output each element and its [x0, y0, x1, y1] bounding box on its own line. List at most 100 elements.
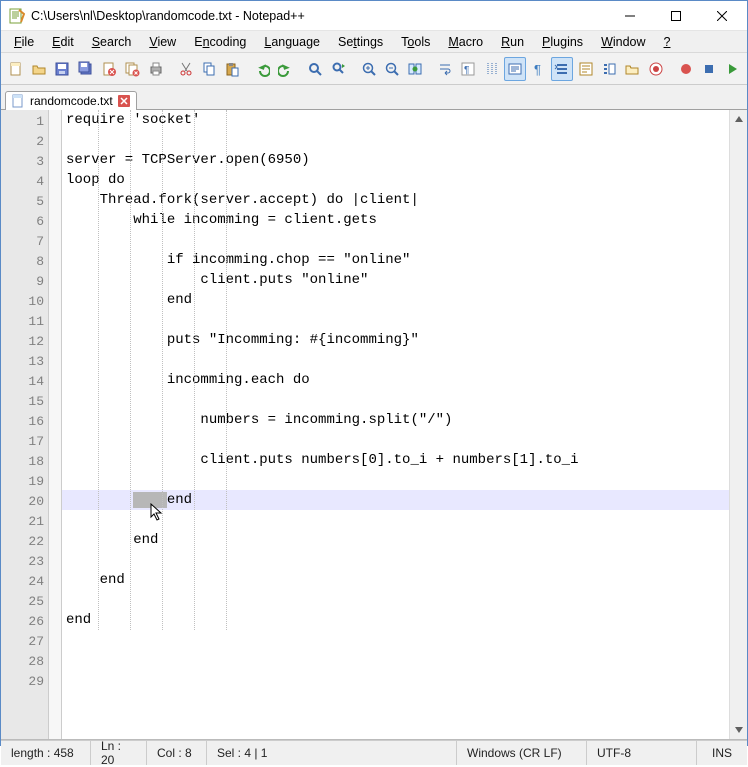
- tabbar: randomcode.txt: [1, 85, 747, 110]
- new-file-button[interactable]: [5, 57, 26, 81]
- pilcrow-button[interactable]: ¶: [528, 57, 549, 81]
- code-line[interactable]: end: [62, 490, 729, 510]
- code-line[interactable]: [62, 630, 729, 650]
- zoom-in-button[interactable]: [358, 57, 379, 81]
- code-line[interactable]: [62, 510, 729, 530]
- scroll-up-button[interactable]: [730, 110, 747, 128]
- code-line[interactable]: while incomming = client.gets: [62, 210, 729, 230]
- status-sel: Sel : 4 | 1: [207, 741, 457, 765]
- indent-guides-button[interactable]: [481, 57, 502, 81]
- status-length: length : 458: [1, 741, 91, 765]
- stop-macro-button[interactable]: [698, 57, 719, 81]
- code-line[interactable]: numbers = incomming.split("/"): [62, 410, 729, 430]
- code-line[interactable]: [62, 430, 729, 450]
- svg-text:¶: ¶: [464, 65, 469, 76]
- save-all-button[interactable]: [75, 57, 96, 81]
- monitoring-button[interactable]: [645, 57, 666, 81]
- menu-file[interactable]: File: [5, 33, 43, 51]
- code-line[interactable]: [62, 550, 729, 570]
- menu-run[interactable]: Run: [492, 33, 533, 51]
- code-line[interactable]: end: [62, 530, 729, 550]
- replace-button[interactable]: [328, 57, 349, 81]
- code-line[interactable]: end: [62, 290, 729, 310]
- close-file-button[interactable]: [98, 57, 119, 81]
- paste-button[interactable]: [222, 57, 243, 81]
- menu-window[interactable]: Window: [592, 33, 654, 51]
- code-line[interactable]: end: [62, 570, 729, 590]
- wordwrap-button[interactable]: [434, 57, 455, 81]
- status-mode[interactable]: INS: [697, 741, 747, 765]
- find-button[interactable]: [305, 57, 326, 81]
- redo-button[interactable]: [275, 57, 296, 81]
- code-line[interactable]: [62, 590, 729, 610]
- status-eol[interactable]: Windows (CR LF): [457, 741, 587, 765]
- code-line[interactable]: incomming.each do: [62, 370, 729, 390]
- file-icon: [11, 94, 25, 108]
- file-tab[interactable]: randomcode.txt: [5, 91, 137, 110]
- fold-button[interactable]: [551, 57, 573, 81]
- undo-button[interactable]: [252, 57, 273, 81]
- code-line[interactable]: [62, 310, 729, 330]
- status-encoding[interactable]: UTF-8: [587, 741, 697, 765]
- code-line[interactable]: if incomming.chop == "online": [62, 250, 729, 270]
- print-button[interactable]: [145, 57, 166, 81]
- menu-encoding[interactable]: Encoding: [185, 33, 255, 51]
- save-button[interactable]: [52, 57, 73, 81]
- line-number-gutter[interactable]: 1234567891011121314151617181920212223242…: [1, 110, 48, 739]
- svg-text:¶: ¶: [534, 62, 541, 77]
- maximize-button[interactable]: [653, 1, 699, 31]
- code-line[interactable]: [62, 230, 729, 250]
- code-area[interactable]: require 'socket' server = TCPServer.open(…: [62, 110, 729, 739]
- function-list-button[interactable]: [598, 57, 619, 81]
- menu-view[interactable]: View: [140, 33, 185, 51]
- menu-language[interactable]: Language: [255, 33, 329, 51]
- code-line[interactable]: [62, 670, 729, 690]
- fold-column[interactable]: [48, 110, 62, 739]
- code-line[interactable]: require 'socket': [62, 110, 729, 130]
- play-macro-button[interactable]: [722, 57, 743, 81]
- code-line[interactable]: [62, 130, 729, 150]
- code-line[interactable]: end: [62, 610, 729, 630]
- sync-scroll-button[interactable]: [405, 57, 426, 81]
- menu-macro[interactable]: Macro: [439, 33, 492, 51]
- user-lang-button[interactable]: [504, 57, 526, 81]
- copy-button[interactable]: [198, 57, 219, 81]
- scroll-down-button[interactable]: [730, 721, 747, 739]
- tab-label: randomcode.txt: [30, 94, 113, 108]
- code-line[interactable]: server = TCPServer.open(6950): [62, 150, 729, 170]
- record-macro-button[interactable]: [675, 57, 696, 81]
- vertical-scrollbar[interactable]: [729, 110, 747, 739]
- menu-search[interactable]: Search: [83, 33, 141, 51]
- doc-map-button[interactable]: [575, 57, 596, 81]
- code-line[interactable]: [62, 350, 729, 370]
- menu-plugins[interactable]: Plugins: [533, 33, 592, 51]
- code-line[interactable]: Thread.fork(server.accept) do |client|: [62, 190, 729, 210]
- close-button[interactable]: [699, 1, 745, 31]
- status-col: Col : 8: [147, 741, 207, 765]
- editor: 1234567891011121314151617181920212223242…: [1, 110, 747, 740]
- menu-tools[interactable]: Tools: [392, 33, 439, 51]
- open-file-button[interactable]: [28, 57, 49, 81]
- code-line[interactable]: [62, 390, 729, 410]
- tab-close-button[interactable]: [118, 95, 130, 107]
- folder-workspace-button[interactable]: [622, 57, 643, 81]
- cut-button[interactable]: [175, 57, 196, 81]
- statusbar: length : 458 Ln : 20 Col : 8 Sel : 4 | 1…: [1, 740, 747, 765]
- code-line[interactable]: puts "Incomming: #{incomming}": [62, 330, 729, 350]
- menu-settings[interactable]: Settings: [329, 33, 392, 51]
- code-line[interactable]: client.puts numbers[0].to_i + numbers[1]…: [62, 450, 729, 470]
- status-line: Ln : 20: [91, 741, 147, 765]
- window-title: C:\Users\nl\Desktop\randomcode.txt - Not…: [31, 9, 607, 23]
- show-all-chars-button[interactable]: ¶: [458, 57, 479, 81]
- code-line[interactable]: [62, 650, 729, 670]
- code-line[interactable]: client.puts "online": [62, 270, 729, 290]
- close-all-button[interactable]: [122, 57, 143, 81]
- minimize-button[interactable]: [607, 1, 653, 31]
- menubar: File Edit Search View Encoding Language …: [1, 31, 747, 53]
- menu-edit[interactable]: Edit: [43, 33, 83, 51]
- code-line[interactable]: loop do: [62, 170, 729, 190]
- code-line[interactable]: [62, 470, 729, 490]
- zoom-out-button[interactable]: [381, 57, 402, 81]
- menu-help[interactable]: ?: [655, 33, 680, 51]
- toolbar: ¶ ¶: [1, 53, 747, 85]
